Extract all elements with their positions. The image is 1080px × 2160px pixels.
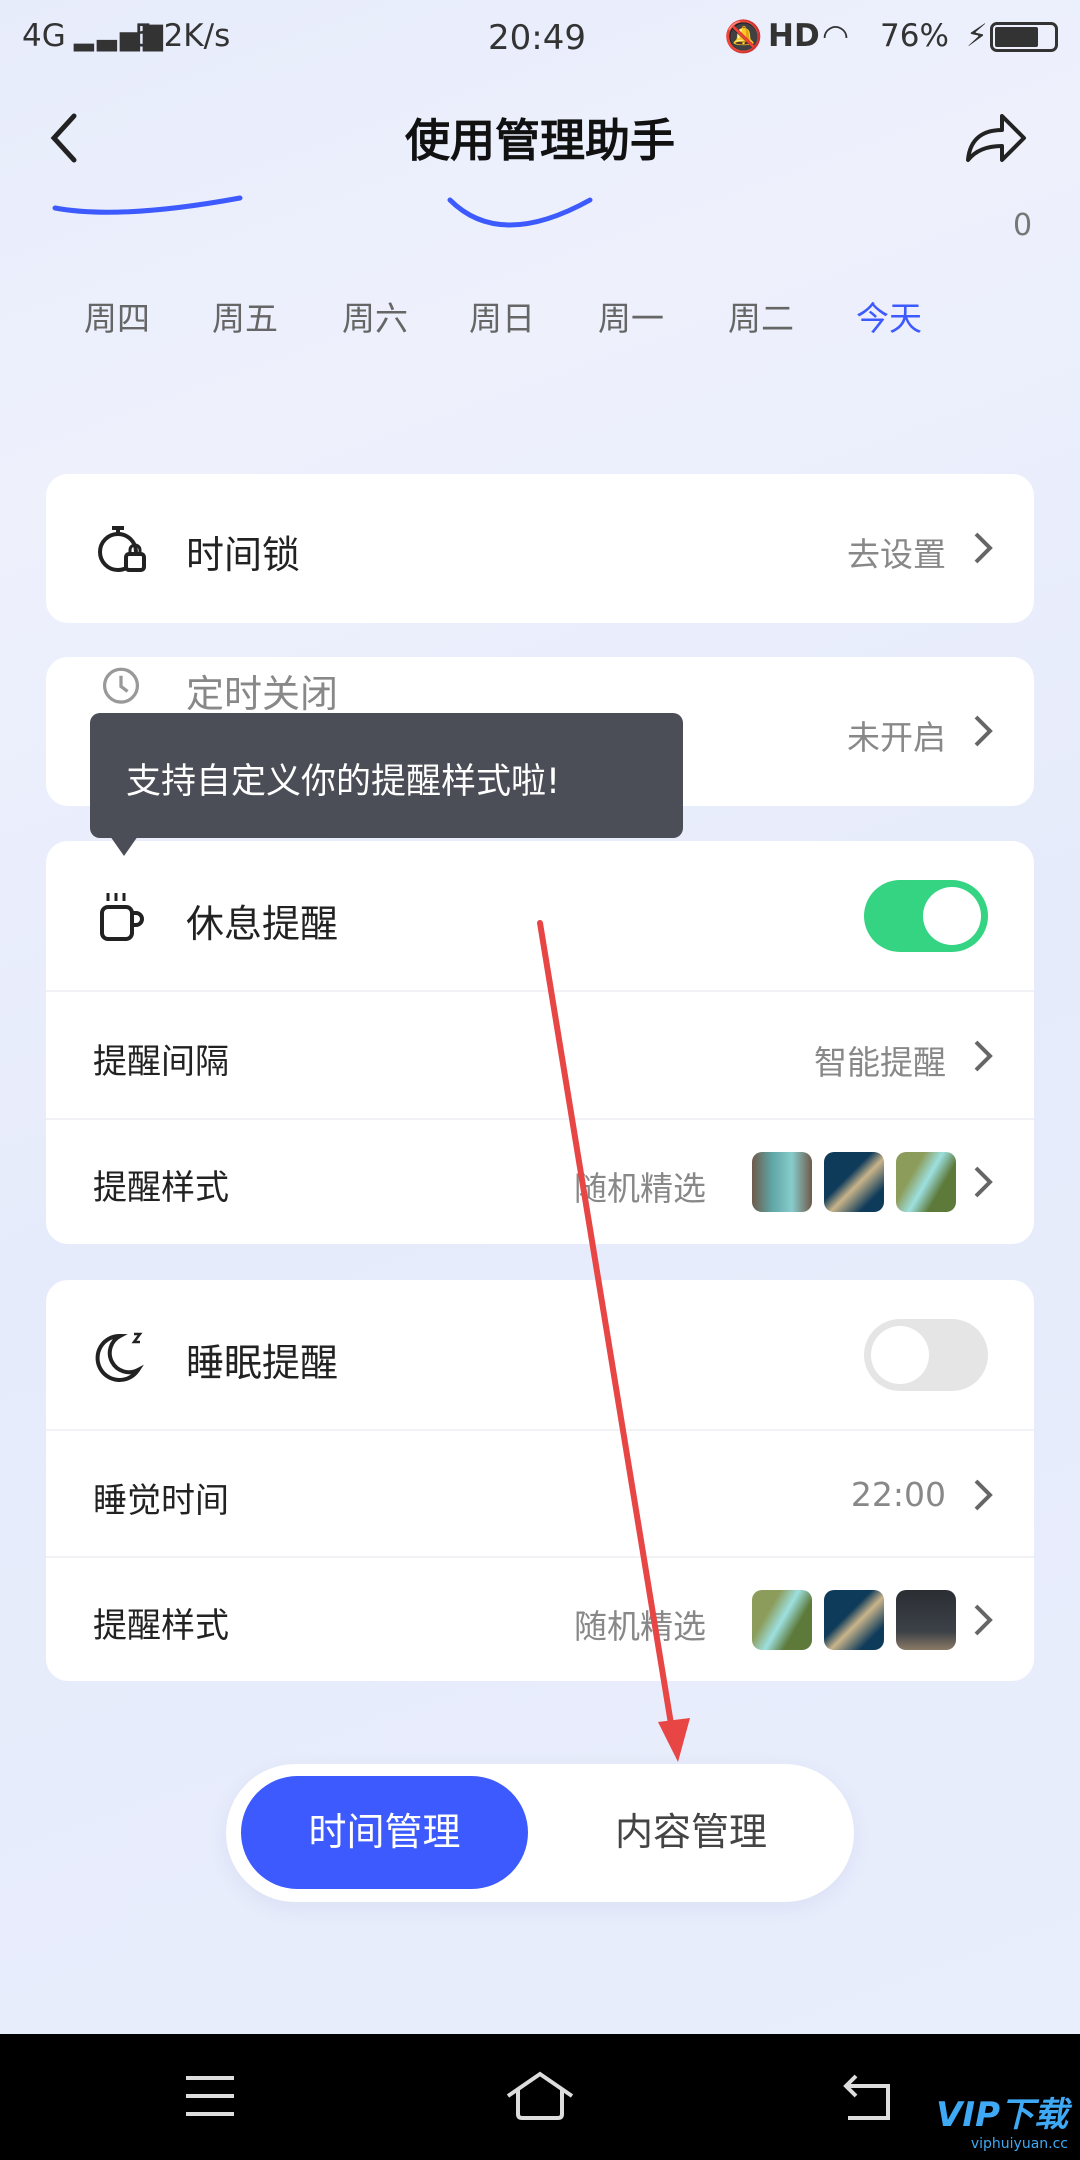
rest-reminder-toggle[interactable]	[864, 880, 988, 952]
charging-icon: ⚡	[966, 18, 988, 54]
tooltip: 支持自定义你的提醒样式啦!	[90, 713, 683, 856]
coffee-cup-icon	[100, 893, 144, 941]
segmented-tabs: 时间管理 内容管理	[226, 1764, 854, 1902]
time-lock-value: 去设置	[847, 535, 946, 574]
battery-icon	[990, 22, 1058, 52]
scheduled-off-value: 未开启	[847, 718, 946, 757]
thumbnail-image	[824, 1590, 884, 1650]
sleep-style-row[interactable]: 提醒样式 随机精选	[46, 1558, 1034, 1681]
sleep-time-row[interactable]: 睡觉时间 22:00	[46, 1431, 1034, 1558]
thumbnail-image	[752, 1590, 812, 1650]
rest-style-label: 提醒样式	[93, 1168, 229, 1208]
day-tab-today[interactable]: 今天	[856, 292, 922, 340]
day-tab-mon[interactable]: 周一	[598, 292, 664, 340]
rest-reminder-label: 休息提醒	[186, 902, 339, 946]
usage-chart-curve	[52, 195, 593, 228]
sleep-style-label: 提醒样式	[93, 1606, 229, 1646]
sleep-reminder-header: 睡眠提醒	[46, 1280, 1034, 1431]
chart-line-left	[52, 195, 243, 215]
watermark-text: VIP下载	[936, 2095, 1068, 2135]
network-indicator: 4G	[22, 18, 66, 54]
rest-style-value: 随机精选	[574, 1169, 706, 1208]
navigation-bar: VIP下载 viphuiyuan.cc	[0, 2034, 1080, 2160]
chevron-right-icon	[974, 1479, 993, 1511]
watermark-sub: viphuiyuan.cc	[970, 2136, 1068, 2152]
day-tab-thu[interactable]: 周四	[84, 292, 150, 340]
share-icon[interactable]	[960, 108, 1030, 168]
sleep-reminder-toggle[interactable]	[864, 1319, 988, 1391]
chevron-right-icon	[974, 532, 993, 564]
tab-time-management[interactable]: 时间管理	[241, 1776, 528, 1889]
sleep-time-value: 22:00	[850, 1475, 946, 1514]
watermark-logo: VIP下载 viphuiyuan.cc	[936, 2087, 1068, 2152]
day-tab-sat[interactable]: 周六	[342, 292, 408, 340]
chevron-right-icon	[974, 1166, 993, 1198]
net-speed: 5.2K/s	[134, 18, 231, 54]
tooltip-arrow	[110, 836, 138, 856]
chevron-right-icon	[974, 1040, 993, 1072]
tab-content-management[interactable]: 内容管理	[546, 1776, 836, 1889]
rest-interval-row[interactable]: 提醒间隔 智能提醒	[46, 992, 1034, 1120]
menu-icon[interactable]	[184, 2074, 236, 2118]
day-tab-fri[interactable]: 周五	[212, 292, 278, 340]
home-icon[interactable]	[504, 2070, 576, 2122]
day-tab-sun[interactable]: 周日	[469, 292, 535, 340]
chevron-right-icon	[974, 715, 993, 747]
rest-interval-value: 智能提醒	[814, 1043, 946, 1082]
time-lock-label: 时间锁	[186, 533, 301, 577]
rest-reminder-card: 休息提醒 提醒间隔 智能提醒 提醒样式 随机精选	[46, 841, 1034, 1244]
mute-bell-icon: 🔕	[724, 19, 763, 55]
moon-sleep-icon	[95, 1332, 144, 1382]
thumbnail-image	[752, 1152, 812, 1212]
back-nav-icon[interactable]	[842, 2072, 894, 2122]
sleep-time-label: 睡觉时间	[93, 1481, 229, 1521]
chart-line-mid	[447, 197, 593, 228]
scheduled-off-label: 定时关闭	[186, 672, 339, 716]
clock: 20:49	[488, 18, 586, 58]
day-tab-tue[interactable]: 周二	[728, 292, 794, 340]
sleep-reminder-label: 睡眠提醒	[186, 1341, 339, 1385]
clock-icon	[102, 667, 140, 704]
timer-lock-icon	[98, 526, 146, 572]
wifi-icon: ◠	[822, 18, 850, 54]
sleep-style-value: 随机精选	[574, 1607, 706, 1646]
battery-percent: 76%	[880, 18, 949, 54]
chart-axis-value: 0	[1013, 208, 1033, 243]
page-title: 使用管理助手	[404, 114, 675, 167]
style-thumbnails	[752, 1590, 956, 1650]
time-lock-card[interactable]: 时间锁 去设置	[46, 474, 1034, 623]
hd-indicator: HD	[768, 18, 820, 54]
sleep-reminder-card: 睡眠提醒 睡觉时间 22:00 提醒样式 随机精选	[46, 1280, 1034, 1681]
thumbnail-image	[896, 1590, 956, 1650]
rest-reminder-header: 休息提醒	[46, 841, 1034, 992]
status-bar: 4G ▂▃▅▇ 5.2K/s 20:49 🔕 HD ◠ 76% ⚡	[0, 0, 1080, 72]
style-thumbnails	[752, 1152, 956, 1212]
chevron-right-icon	[974, 1604, 993, 1636]
rest-interval-label: 提醒间隔	[93, 1042, 229, 1082]
thumbnail-image	[896, 1152, 956, 1212]
thumbnail-image	[824, 1152, 884, 1212]
tooltip-text: 支持自定义你的提醒样式啦!	[126, 762, 561, 802]
rest-style-row[interactable]: 提醒样式 随机精选	[46, 1120, 1034, 1244]
